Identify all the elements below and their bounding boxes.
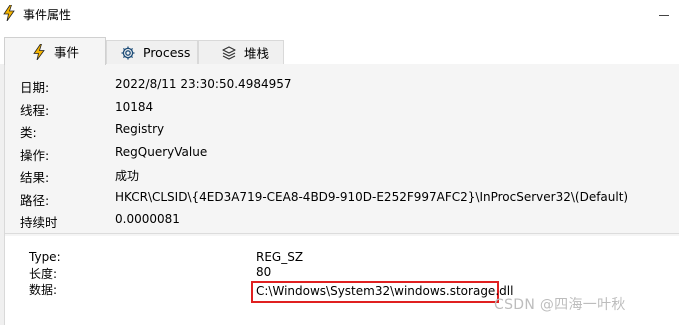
date-label: 日期: — [20, 80, 50, 95]
tab-process[interactable]: Process — [106, 40, 198, 64]
operation-value: RegQueryValue — [115, 145, 208, 159]
tab-strip: 事件 Process 堆栈 — [0, 28, 679, 65]
minimize-button[interactable] — [659, 15, 669, 16]
lightning-icon — [3, 5, 15, 21]
duration-label: 持续时 — [20, 215, 58, 230]
type-label: Type: — [29, 250, 61, 264]
data-value: C:\Windows\System32\windows.storage.dll — [256, 284, 514, 298]
path-value: HKCR\CLSID\{4ED3A719-CEA8-4BD9-910D-E252… — [115, 190, 629, 204]
window-title: 事件属性 — [23, 8, 72, 22]
tab-stack[interactable]: 堆栈 — [198, 40, 284, 64]
result-value: 成功 — [115, 169, 140, 183]
length-value: 80 — [256, 265, 272, 279]
tab-events[interactable]: 事件 — [4, 37, 106, 65]
gear-icon — [121, 46, 135, 59]
date-value: 2022/8/11 23:30:50.4984957 — [115, 77, 292, 91]
operation-label: 操作: — [20, 148, 50, 163]
type-value: REG_SZ — [256, 250, 304, 264]
thread-label: 线程: — [20, 103, 50, 118]
lightning-icon — [33, 43, 45, 60]
tab-label: Process — [143, 45, 191, 60]
duration-value: 0.0000081 — [115, 212, 180, 226]
layers-icon — [222, 45, 236, 60]
divider — [5, 233, 679, 234]
watermark: CSDN @四海一叶秋 — [494, 297, 626, 313]
tab-label: 事件 — [54, 45, 80, 60]
event-properties-panel: 日期: 2022/8/11 23:30:50.4984957 线程: 10184… — [4, 64, 679, 325]
path-label: 路径: — [20, 193, 50, 208]
length-label: 长度: — [29, 267, 58, 281]
class-value: Registry — [115, 122, 165, 136]
data-label: 数据: — [29, 283, 58, 297]
result-label: 结果: — [20, 170, 50, 185]
title-bar: 事件属性 — [0, 0, 679, 28]
thread-value: 10184 — [115, 100, 154, 114]
tab-label: 堆栈 — [244, 46, 270, 61]
class-label: 类: — [20, 125, 37, 140]
